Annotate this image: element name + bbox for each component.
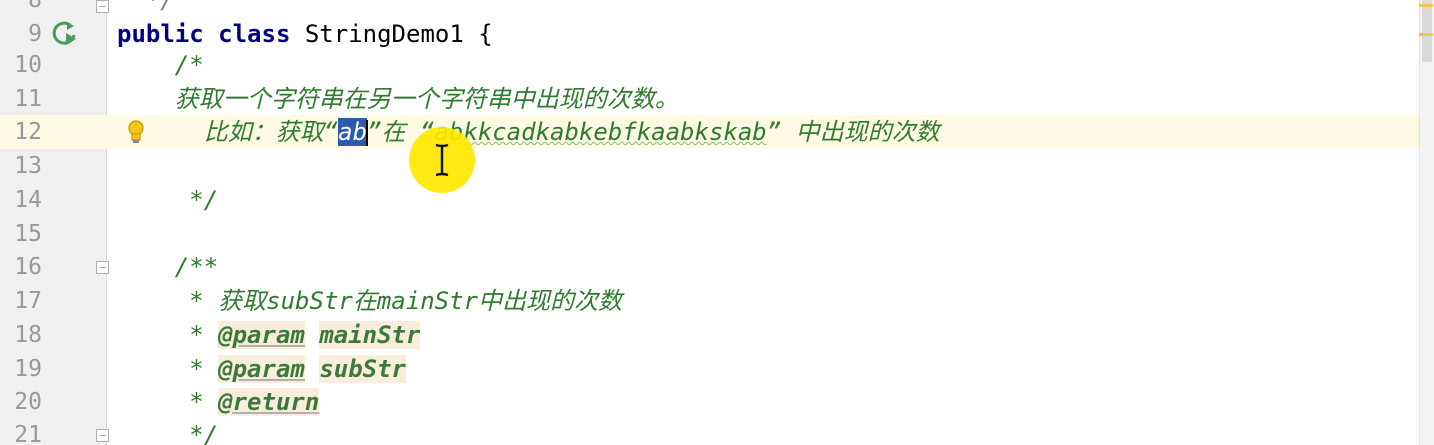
- line-number: 10: [14, 52, 42, 78]
- class-declaration: public class StringDemo1 {: [117, 20, 493, 48]
- scrollbar-thumb[interactable]: [1422, 0, 1432, 62]
- javadoc-param: * @param mainStr: [117, 321, 421, 349]
- comment-text: 获取一个字符串在另一个字符串中出现的次数。: [117, 85, 679, 113]
- line-number: 20: [14, 389, 42, 415]
- javadoc-prefix: *: [117, 321, 219, 349]
- keyword-class: class: [218, 20, 291, 48]
- comment-prefix: 比如：获取“: [117, 118, 339, 146]
- fold-collapse-icon[interactable]: [96, 261, 109, 274]
- typo-underlined-text[interactable]: abkkcadkabkebfkaabkskab: [434, 118, 766, 146]
- run-gutter-icon[interactable]: [52, 19, 80, 49]
- param-name: subStr: [319, 355, 407, 383]
- fold-end-icon[interactable]: [96, 429, 109, 442]
- code-line[interactable]: 11 获取一个字符串在另一个字符串中出现的次数。: [0, 82, 1420, 116]
- code-line[interactable]: 10 /*: [0, 48, 1420, 82]
- code-line[interactable]: 14 */: [0, 183, 1420, 217]
- code-text: */: [117, 186, 219, 214]
- line-number: 9: [28, 21, 42, 47]
- line-number: 11: [14, 86, 42, 112]
- code-text: */: [117, 0, 175, 14]
- keyword-public: public: [117, 20, 204, 48]
- code-line[interactable]: 9 public class StringDemo1 {: [0, 17, 1420, 51]
- selected-text[interactable]: ab: [338, 118, 368, 146]
- code-line[interactable]: 13: [0, 149, 1420, 183]
- param-name: mainStr: [319, 321, 421, 349]
- line-number: 14: [14, 187, 42, 213]
- javadoc-text: * 获取subStr在mainStr中出现的次数: [117, 287, 622, 315]
- code-line[interactable]: 19 * @param subStr: [0, 352, 1420, 386]
- code-text: */: [117, 421, 219, 445]
- line-number: 8: [28, 0, 42, 13]
- code-line[interactable]: 15: [0, 217, 1420, 251]
- code-text: /**: [117, 253, 219, 281]
- class-name: StringDemo1 {: [290, 20, 493, 48]
- code-editor[interactable]: 8 */ 9 public class StringDemo1 { 10 /* …: [0, 0, 1434, 445]
- vertical-scrollbar[interactable]: [1419, 0, 1434, 445]
- line-number: 19: [14, 356, 42, 382]
- current-code-line[interactable]: 12 比如：获取“ab”在 “abkkcadkabkebfkaabkskab” …: [0, 115, 1420, 149]
- line-number: 18: [14, 322, 42, 348]
- javadoc-tag: @return: [218, 388, 320, 416]
- javadoc-description: 获取subStr在mainStr中出现的次数: [218, 287, 622, 315]
- comment-text: 比如：获取“ab”在 “abkkcadkabkebfkaabkskab” 中出现…: [117, 118, 940, 146]
- fold-end-icon[interactable]: [96, 0, 109, 13]
- code-line[interactable]: 18 * @param mainStr: [0, 318, 1420, 352]
- code-line[interactable]: 8 */: [0, 0, 1420, 17]
- javadoc-prefix: *: [117, 287, 219, 315]
- code-text: /*: [117, 51, 204, 79]
- javadoc-prefix: *: [117, 355, 219, 383]
- error-stripe-marker[interactable]: [1419, 33, 1433, 36]
- javadoc-tag: @param: [218, 355, 305, 383]
- javadoc-tag: @param: [218, 321, 305, 349]
- comment-suffix: ” 中出现的次数: [766, 118, 940, 146]
- line-number: 15: [14, 221, 42, 247]
- error-stripe-marker[interactable]: [1419, 4, 1433, 7]
- line-number: 16: [14, 254, 42, 280]
- code-line[interactable]: 21 */: [0, 418, 1420, 445]
- code-line[interactable]: 17 * 获取subStr在mainStr中出现的次数: [0, 284, 1420, 318]
- javadoc-return: * @return: [117, 388, 320, 416]
- javadoc-prefix: *: [117, 388, 219, 416]
- code-line[interactable]: 20 * @return: [0, 385, 1420, 419]
- line-number: 21: [14, 422, 42, 445]
- line-number: 17: [14, 288, 42, 314]
- code-line[interactable]: 16 /**: [0, 250, 1420, 284]
- text-cursor-icon: [432, 143, 452, 177]
- line-number: 12: [14, 119, 42, 145]
- javadoc-param: * @param subStr: [117, 355, 407, 383]
- line-number: 13: [14, 153, 42, 179]
